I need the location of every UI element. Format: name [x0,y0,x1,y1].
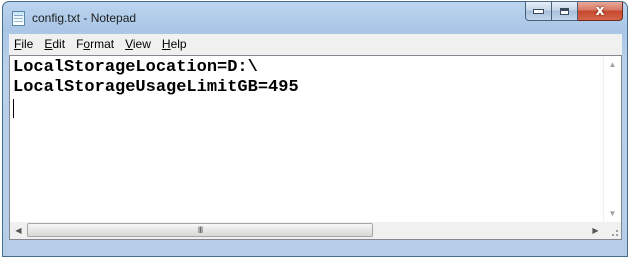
editor-line: LocalStorageLocation=D:\ [13,58,258,77]
text-editor[interactable]: LocalStorageLocation=D:\ LocalStorageUsag… [9,55,622,240]
menu-help[interactable]: Help [157,34,193,55]
horizontal-scroll-thumb[interactable]: III [27,223,373,237]
scroll-left-arrow-icon[interactable]: ◀ [10,222,27,239]
minimize-icon [533,8,544,14]
menu-view[interactable]: View [120,34,157,55]
close-icon: x [595,3,605,19]
close-button[interactable]: x [578,2,623,21]
menu-file[interactable]: File [9,34,39,55]
vertical-scrollbar[interactable]: ▲ ▼ [603,56,621,222]
resize-grip-icon[interactable] [604,222,621,239]
caption-buttons: x [525,2,623,22]
maximize-button[interactable] [552,2,578,21]
thumb-grip-icon: III [197,225,203,235]
title-bar[interactable]: config.txt - Notepad x [3,2,627,34]
editor-line: LocalStorageUsageLimitGB=495 [13,78,299,97]
editor-text[interactable]: LocalStorageLocation=D:\ LocalStorageUsag… [13,58,603,221]
text-caret [13,99,14,118]
horizontal-scrollbar[interactable]: ◀ III ▶ [10,222,604,239]
window-title: config.txt - Notepad [32,11,137,25]
scroll-right-arrow-icon[interactable]: ▶ [587,222,604,239]
minimize-button[interactable] [525,2,552,21]
notepad-window: config.txt - Notepad x File Edit Format … [2,1,628,257]
scroll-up-arrow-icon[interactable]: ▲ [604,56,621,73]
menu-format[interactable]: Format [71,34,120,55]
menu-edit[interactable]: Edit [39,34,71,55]
scroll-down-arrow-icon[interactable]: ▼ [604,205,621,222]
menu-bar: File Edit Format View Help [9,34,622,56]
notepad-icon[interactable] [12,11,25,26]
maximize-icon [560,7,569,15]
